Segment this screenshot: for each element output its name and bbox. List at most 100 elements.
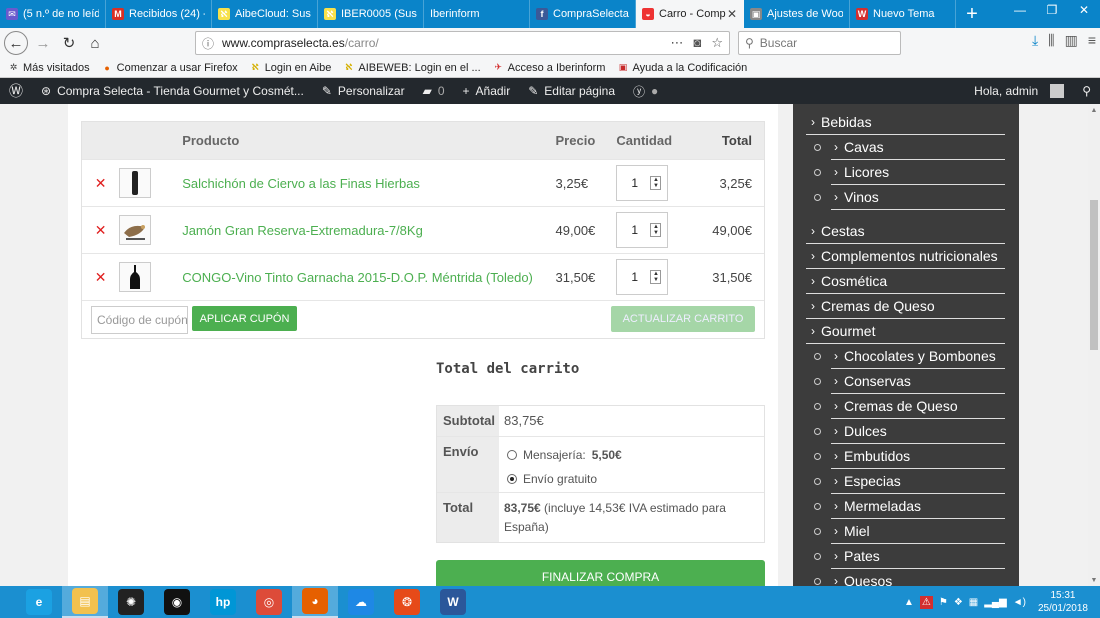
new-tab-button[interactable]: +	[956, 0, 988, 28]
scrollbar-thumb[interactable]	[1090, 200, 1098, 350]
user-account-link[interactable]: Hola, admin	[965, 84, 1073, 98]
pocket-icon[interactable]: ◙	[693, 35, 701, 51]
forward-button[interactable]: →	[30, 30, 56, 56]
quantity-stepper[interactable]: 1 ▲ ▼	[616, 165, 669, 201]
network-icon[interactable]: ▦	[969, 597, 978, 608]
radio-button[interactable]	[507, 450, 517, 460]
page-scrollbar[interactable]: ▲ ▼	[1088, 104, 1100, 586]
subcategory-link[interactable]: › Quesos	[814, 569, 1005, 586]
coupon-input[interactable]: Código de cupón	[91, 306, 188, 334]
restore-button[interactable]: ❐	[1036, 0, 1068, 20]
bookmark-star-icon[interactable]: ☆	[711, 35, 723, 51]
remove-item-button[interactable]: ✕	[82, 222, 119, 239]
library-icon[interactable]: ⫼	[1048, 32, 1054, 49]
menu-icon[interactable]: ≡	[1088, 32, 1096, 49]
sidebar-toggle-icon[interactable]: ▥	[1065, 32, 1078, 49]
bookmark-item[interactable]: ● Comenzar a usar Firefox	[102, 62, 237, 74]
site-name-link[interactable]: ⊛ Compra Selecta - Tienda Gourmet y Cosmé…	[32, 84, 313, 98]
product-thumbnail[interactable]	[119, 168, 152, 198]
browser-tab[interactable]: W Nuevo Tema	[850, 0, 956, 28]
admin-search-button[interactable]: ⚲	[1073, 84, 1100, 98]
apply-coupon-button[interactable]: APLICAR CUPÓN	[192, 306, 297, 331]
scroll-up-icon[interactable]: ▲	[1088, 104, 1100, 116]
shipping-option-free[interactable]: Envío gratuito	[507, 472, 759, 486]
subcategory-link[interactable]: › Mermeladas	[814, 494, 1005, 519]
edit-page-link[interactable]: ✎ Editar página	[519, 84, 624, 98]
taskbar-app[interactable]: ▤	[62, 586, 108, 618]
taskbar-app[interactable]: ◕	[292, 586, 338, 618]
download-icon[interactable]: ⤓	[1032, 32, 1038, 49]
taskbar-app[interactable]: hp	[200, 586, 246, 618]
url-bar[interactable]: ⓘ www.compraselecta.es/carro/ ⋯ ◙ ☆	[195, 31, 730, 55]
bookmark-item[interactable]: ℵ AIBEWEB: Login en el ...	[343, 62, 480, 74]
taskbar-app[interactable]: e	[16, 586, 62, 618]
bookmark-item[interactable]: ℵ Login en Aibe	[250, 62, 332, 74]
radio-button-selected[interactable]	[507, 474, 517, 484]
yoast-button[interactable]: ⓨ ●	[624, 83, 667, 100]
bookmark-item[interactable]: ▣ Ayuda a la Codificación	[617, 62, 748, 74]
category-link[interactable]: › Cremas de Queso	[806, 294, 1005, 319]
reload-button[interactable]: ↻	[56, 30, 82, 56]
tray-app-icon[interactable]: ⚠	[919, 595, 933, 609]
stepper-arrows-icon[interactable]: ▲ ▼	[650, 176, 662, 190]
subcategory-link[interactable]: › Vinos	[814, 185, 1005, 210]
category-link[interactable]: › Complementos nutricionales	[806, 244, 1005, 269]
browser-tab[interactable]: f CompraSelecta	[530, 0, 636, 28]
search-bar[interactable]: ⚲ Buscar	[738, 31, 901, 55]
category-link[interactable]: › Gourmet	[806, 319, 1005, 344]
bookmark-item[interactable]: ✲ Más visitados	[8, 62, 90, 74]
comments-link[interactable]: ▰ 0	[414, 84, 454, 98]
taskbar-app[interactable]: ◎	[246, 586, 292, 618]
product-link[interactable]: Salchichón de Ciervo a las Finas Hierbas	[182, 176, 555, 191]
browser-tab[interactable]: ℵ IBER0005 (Susana	[318, 0, 424, 28]
wifi-icon[interactable]: ▂▄▆	[984, 597, 1006, 608]
category-link[interactable]: › Cestas	[806, 219, 1005, 244]
close-tab-icon[interactable]: ✕	[727, 7, 737, 21]
home-button[interactable]: ⌂	[82, 30, 108, 56]
browser-tab[interactable]: ◒ Carro - Comp ✕	[636, 0, 744, 28]
taskbar-app[interactable]: ❂	[384, 586, 430, 618]
taskbar-app[interactable]: ✺	[108, 586, 154, 618]
close-window-button[interactable]: ✕	[1068, 0, 1100, 20]
browser-tab[interactable]: ✉ (5 n.º de no leído	[0, 0, 106, 28]
category-link[interactable]: › Cosmética	[806, 269, 1005, 294]
taskbar-app[interactable]: W	[430, 586, 476, 618]
flag-icon[interactable]: ⚑	[939, 597, 948, 608]
subcategory-link[interactable]: › Chocolates y Bombones	[814, 344, 1005, 369]
subcategory-link[interactable]: › Miel	[814, 519, 1005, 544]
browser-tab[interactable]: ℵ AibeCloud: Susa	[212, 0, 318, 28]
page-actions-icon[interactable]: ⋯	[670, 35, 683, 51]
remove-item-button[interactable]: ✕	[82, 269, 119, 286]
dropbox-icon[interactable]: ❖	[954, 597, 963, 608]
customize-link[interactable]: ✎ Personalizar	[313, 84, 414, 98]
quantity-stepper[interactable]: 1 ▲ ▼	[616, 259, 669, 295]
volume-icon[interactable]: ◄)	[1013, 597, 1026, 608]
minimize-button[interactable]: —	[1004, 0, 1036, 20]
clock[interactable]: 15:31 25/01/2018	[1038, 589, 1088, 615]
product-link[interactable]: Jamón Gran Reserva-Extremadura-7/8Kg	[182, 223, 555, 238]
checkout-button[interactable]: FINALIZAR COMPRA	[436, 560, 765, 586]
product-link[interactable]: CONGO-Vino Tinto Garnacha 2015-D.O.P. Mé…	[182, 270, 555, 285]
wp-logo-button[interactable]: Ⓦ	[0, 81, 32, 101]
browser-tab[interactable]: M Recibidos (24) - c	[106, 0, 212, 28]
subcategory-link[interactable]: › Embutidos	[814, 444, 1005, 469]
taskbar-app[interactable]: ☁	[338, 586, 384, 618]
quantity-stepper[interactable]: 1 ▲ ▼	[616, 212, 669, 248]
category-link[interactable]: › Bebidas	[806, 110, 1005, 135]
subcategory-link[interactable]: › Cavas	[814, 135, 1005, 160]
browser-tab[interactable]: ▣ Ajustes de WooC	[744, 0, 850, 28]
bookmark-item[interactable]: ✈ Acceso a Iberinform	[493, 62, 605, 74]
stepper-arrows-icon[interactable]: ▲ ▼	[650, 223, 662, 237]
browser-tab[interactable]: Iberinform	[424, 0, 530, 28]
subcategory-link[interactable]: › Cremas de Queso	[814, 394, 1005, 419]
scroll-down-icon[interactable]: ▼	[1088, 574, 1100, 586]
product-thumbnail[interactable]	[119, 215, 152, 245]
taskbar-app[interactable]: ◉	[154, 586, 200, 618]
update-cart-button[interactable]: ACTUALIZAR CARRITO	[611, 306, 755, 332]
tray-expand-icon[interactable]: ▲	[904, 597, 914, 608]
subcategory-link[interactable]: › Conservas	[814, 369, 1005, 394]
stepper-arrows-icon[interactable]: ▲ ▼	[650, 270, 662, 284]
back-button[interactable]: ←	[4, 31, 28, 55]
add-new-link[interactable]: + Añadir	[454, 84, 520, 98]
subcategory-link[interactable]: › Dulces	[814, 419, 1005, 444]
